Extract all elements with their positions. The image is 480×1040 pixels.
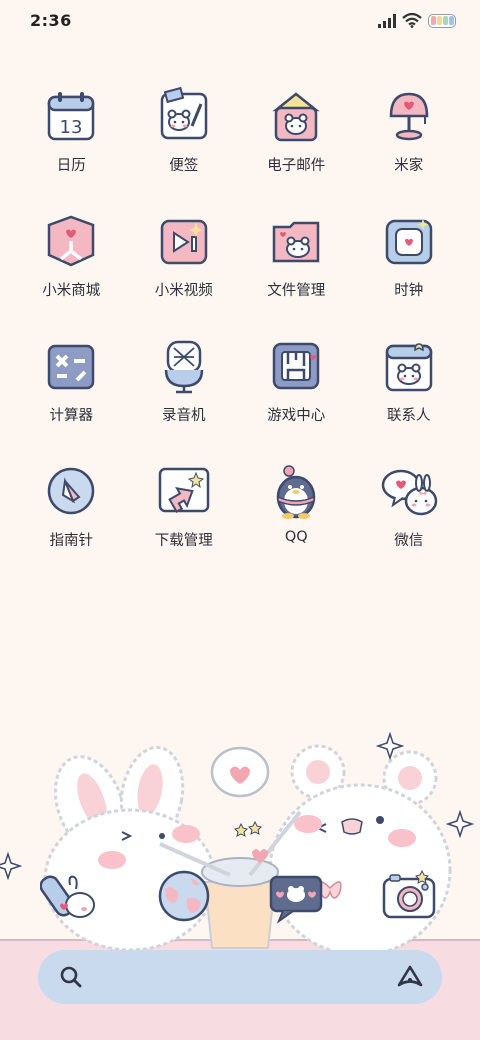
app-calendar[interactable]: 13 日历: [15, 86, 128, 211]
app-qq[interactable]: QQ: [240, 461, 353, 586]
app-label: 电子邮件: [267, 158, 326, 174]
mijia-lamp-icon: [389, 92, 429, 141]
status-bar: 2:36: [0, 0, 480, 44]
qq-penguin-icon: [277, 465, 316, 519]
app-label: 指南针: [49, 533, 94, 549]
app-mi-video[interactable]: 小米视频: [128, 211, 241, 336]
recorder-icon: [164, 340, 203, 394]
search-icon[interactable]: [58, 964, 84, 990]
compass-icon: [48, 467, 95, 515]
mi-store-icon: [48, 215, 95, 267]
dock-phone[interactable]: [15, 856, 128, 936]
app-contacts[interactable]: 联系人: [353, 336, 466, 461]
app-label: 小米商城: [42, 283, 101, 299]
phone-bunny-icon: [40, 875, 96, 918]
messages-icon: [270, 875, 323, 924]
signal-icon: [378, 13, 396, 28]
app-label: 微信: [394, 533, 424, 549]
app-file-manager[interactable]: 文件管理: [240, 211, 353, 336]
app-label: 游戏中心: [267, 408, 326, 424]
app-label: 文件管理: [267, 283, 326, 299]
app-wechat[interactable]: 微信: [353, 461, 466, 586]
wifi-icon: [402, 13, 422, 28]
battery-icon: [428, 13, 456, 28]
app-label: 米家: [394, 158, 424, 174]
app-compass[interactable]: 指南针: [15, 461, 128, 586]
browser-globe-icon: [158, 870, 209, 922]
game-center-icon: [273, 342, 320, 390]
clock-icon: [385, 219, 432, 265]
app-game-center[interactable]: 游戏中心: [240, 336, 353, 461]
download-manager-icon: [158, 467, 209, 514]
app-grid: 13 日历 便签 电子邮件 米家 小米商城 小米视频 文件管理 时钟 计算器 录…: [15, 86, 465, 586]
calendar-day: 13: [60, 117, 83, 138]
app-label: 日历: [56, 158, 86, 174]
notes-icon: [160, 86, 207, 140]
app-download-manager[interactable]: 下载管理: [128, 461, 241, 586]
dock: [0, 856, 480, 936]
calculator-icon: [48, 344, 95, 390]
camera-icon: [382, 869, 435, 919]
app-calculator[interactable]: 计算器: [15, 336, 128, 461]
app-notes[interactable]: 便签: [128, 86, 241, 211]
mi-video-icon: [160, 219, 207, 265]
app-label: 联系人: [387, 408, 431, 424]
dock-browser[interactable]: [128, 856, 241, 936]
assistant-icon[interactable]: [396, 964, 424, 990]
app-label: 时钟: [394, 283, 424, 299]
status-icons: [378, 13, 456, 28]
status-time: 2:36: [30, 11, 72, 30]
app-clock[interactable]: 时钟: [353, 211, 466, 336]
app-label: 小米视频: [154, 283, 213, 299]
app-label: 录音机: [162, 408, 206, 424]
wechat-bunny-icon: [381, 469, 437, 516]
search-bar[interactable]: [38, 950, 442, 1004]
dock-camera[interactable]: [353, 856, 466, 936]
email-icon: [272, 92, 320, 142]
app-mi-store[interactable]: 小米商城: [15, 211, 128, 336]
dock-messages[interactable]: [240, 856, 353, 936]
app-recorder[interactable]: 录音机: [128, 336, 241, 461]
app-label: 下载管理: [154, 533, 213, 549]
app-email[interactable]: 电子邮件: [240, 86, 353, 211]
app-label: 计算器: [49, 408, 94, 424]
calendar-icon: 13: [48, 92, 95, 141]
contacts-icon: [385, 343, 432, 392]
file-manager-icon: [273, 221, 320, 263]
app-mijia[interactable]: 米家: [353, 86, 466, 211]
app-label: 便签: [169, 158, 199, 174]
app-label: QQ: [284, 529, 308, 545]
